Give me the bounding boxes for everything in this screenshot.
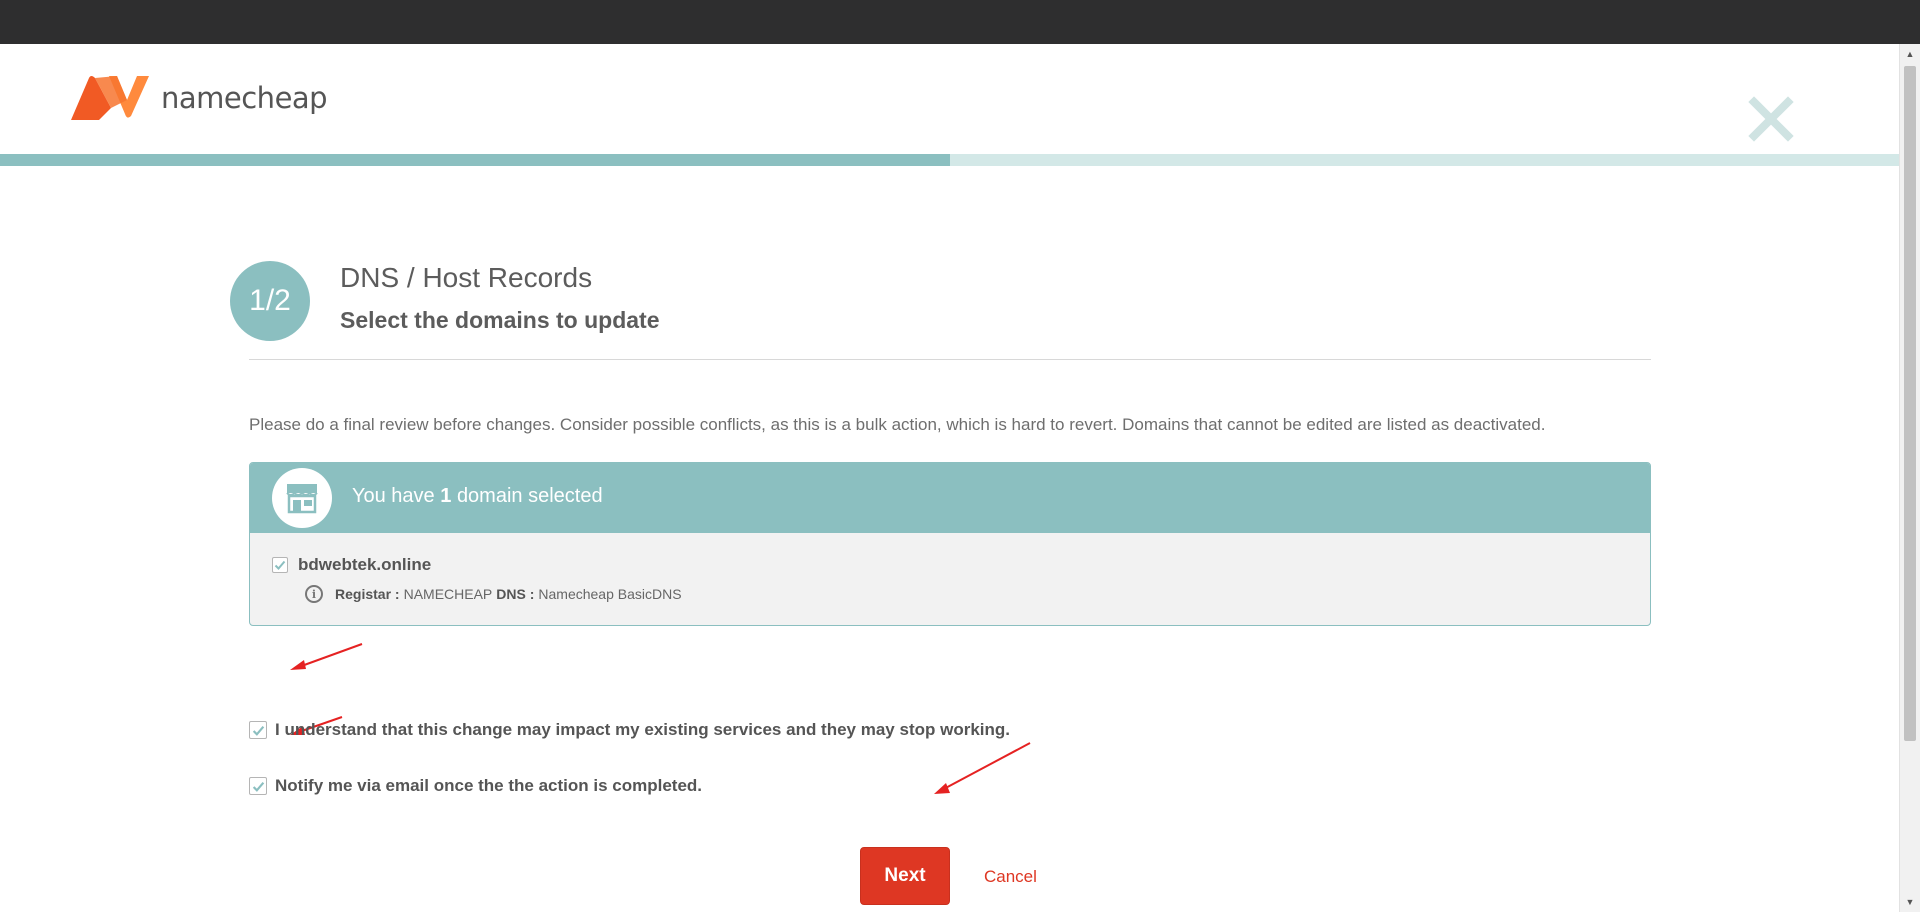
namecheap-logo-icon <box>71 76 149 120</box>
namecheap-logo[interactable]: namecheap <box>69 74 328 122</box>
review-notice: Please do a final review before changes.… <box>249 415 1546 434</box>
notify-checkbox[interactable] <box>249 777 267 795</box>
page-subtitle: Select the domains to update <box>340 307 660 333</box>
selected-domains-header: You have 1 domain selected <box>250 463 1650 533</box>
progress-fill <box>0 154 950 166</box>
scrollbar-thumb[interactable] <box>1904 66 1916 741</box>
scroll-up-icon[interactable]: ▲ <box>1900 46 1920 62</box>
check-icon <box>252 781 264 792</box>
store-icon <box>272 468 332 528</box>
dns-label: DNS : <box>496 586 535 602</box>
check-icon <box>252 725 264 736</box>
browser-top-bar <box>0 0 1920 44</box>
progress-bar <box>0 154 1900 166</box>
domain-name: bdwebtek.online <box>298 555 432 574</box>
modal-page: namecheap 1/2 DNS / Host Records Select … <box>0 44 1900 912</box>
impact-checkbox[interactable] <box>249 721 267 739</box>
impact-consent: I understand that this change may impact… <box>249 720 1010 740</box>
domain-details: i Registar : NAMECHEAP DNS : Namecheap B… <box>305 585 686 603</box>
scroll-down-icon[interactable]: ▼ <box>1900 894 1920 910</box>
notify-consent: Notify me via email once the the action … <box>249 776 702 796</box>
close-button[interactable] <box>1748 96 1794 142</box>
domain-row: bdwebtek.online <box>272 555 431 575</box>
annotation-arrow-icon <box>290 643 363 670</box>
dns-value: Namecheap BasicDNS <box>538 586 682 602</box>
impact-consent-label[interactable]: I understand that this change may impact… <box>275 720 1010 740</box>
divider <box>249 359 1651 360</box>
cancel-link[interactable]: Cancel <box>984 867 1037 887</box>
registrar-value: NAMECHEAP <box>403 586 493 602</box>
next-button[interactable]: Next <box>860 847 950 905</box>
info-icon: i <box>305 585 323 603</box>
registrar-label: Registar : <box>335 586 400 602</box>
notify-consent-label[interactable]: Notify me via email once the the action … <box>275 776 702 796</box>
annotation-arrow-icon <box>934 742 1031 794</box>
domain-checkbox[interactable] <box>272 557 288 573</box>
selected-domains-panel: You have 1 domain selected bdwebtek.onli… <box>249 462 1651 626</box>
brand-name: namecheap <box>161 81 328 115</box>
close-icon <box>1748 96 1794 142</box>
selection-summary: You have 1 domain selected <box>352 485 603 507</box>
check-icon <box>274 560 286 570</box>
step-indicator: 1/2 <box>230 261 310 341</box>
page-title: DNS / Host Records <box>340 262 593 293</box>
selection-count: 1 <box>440 485 452 507</box>
page-scrollbar[interactable]: ▲ ▼ <box>1899 44 1920 912</box>
